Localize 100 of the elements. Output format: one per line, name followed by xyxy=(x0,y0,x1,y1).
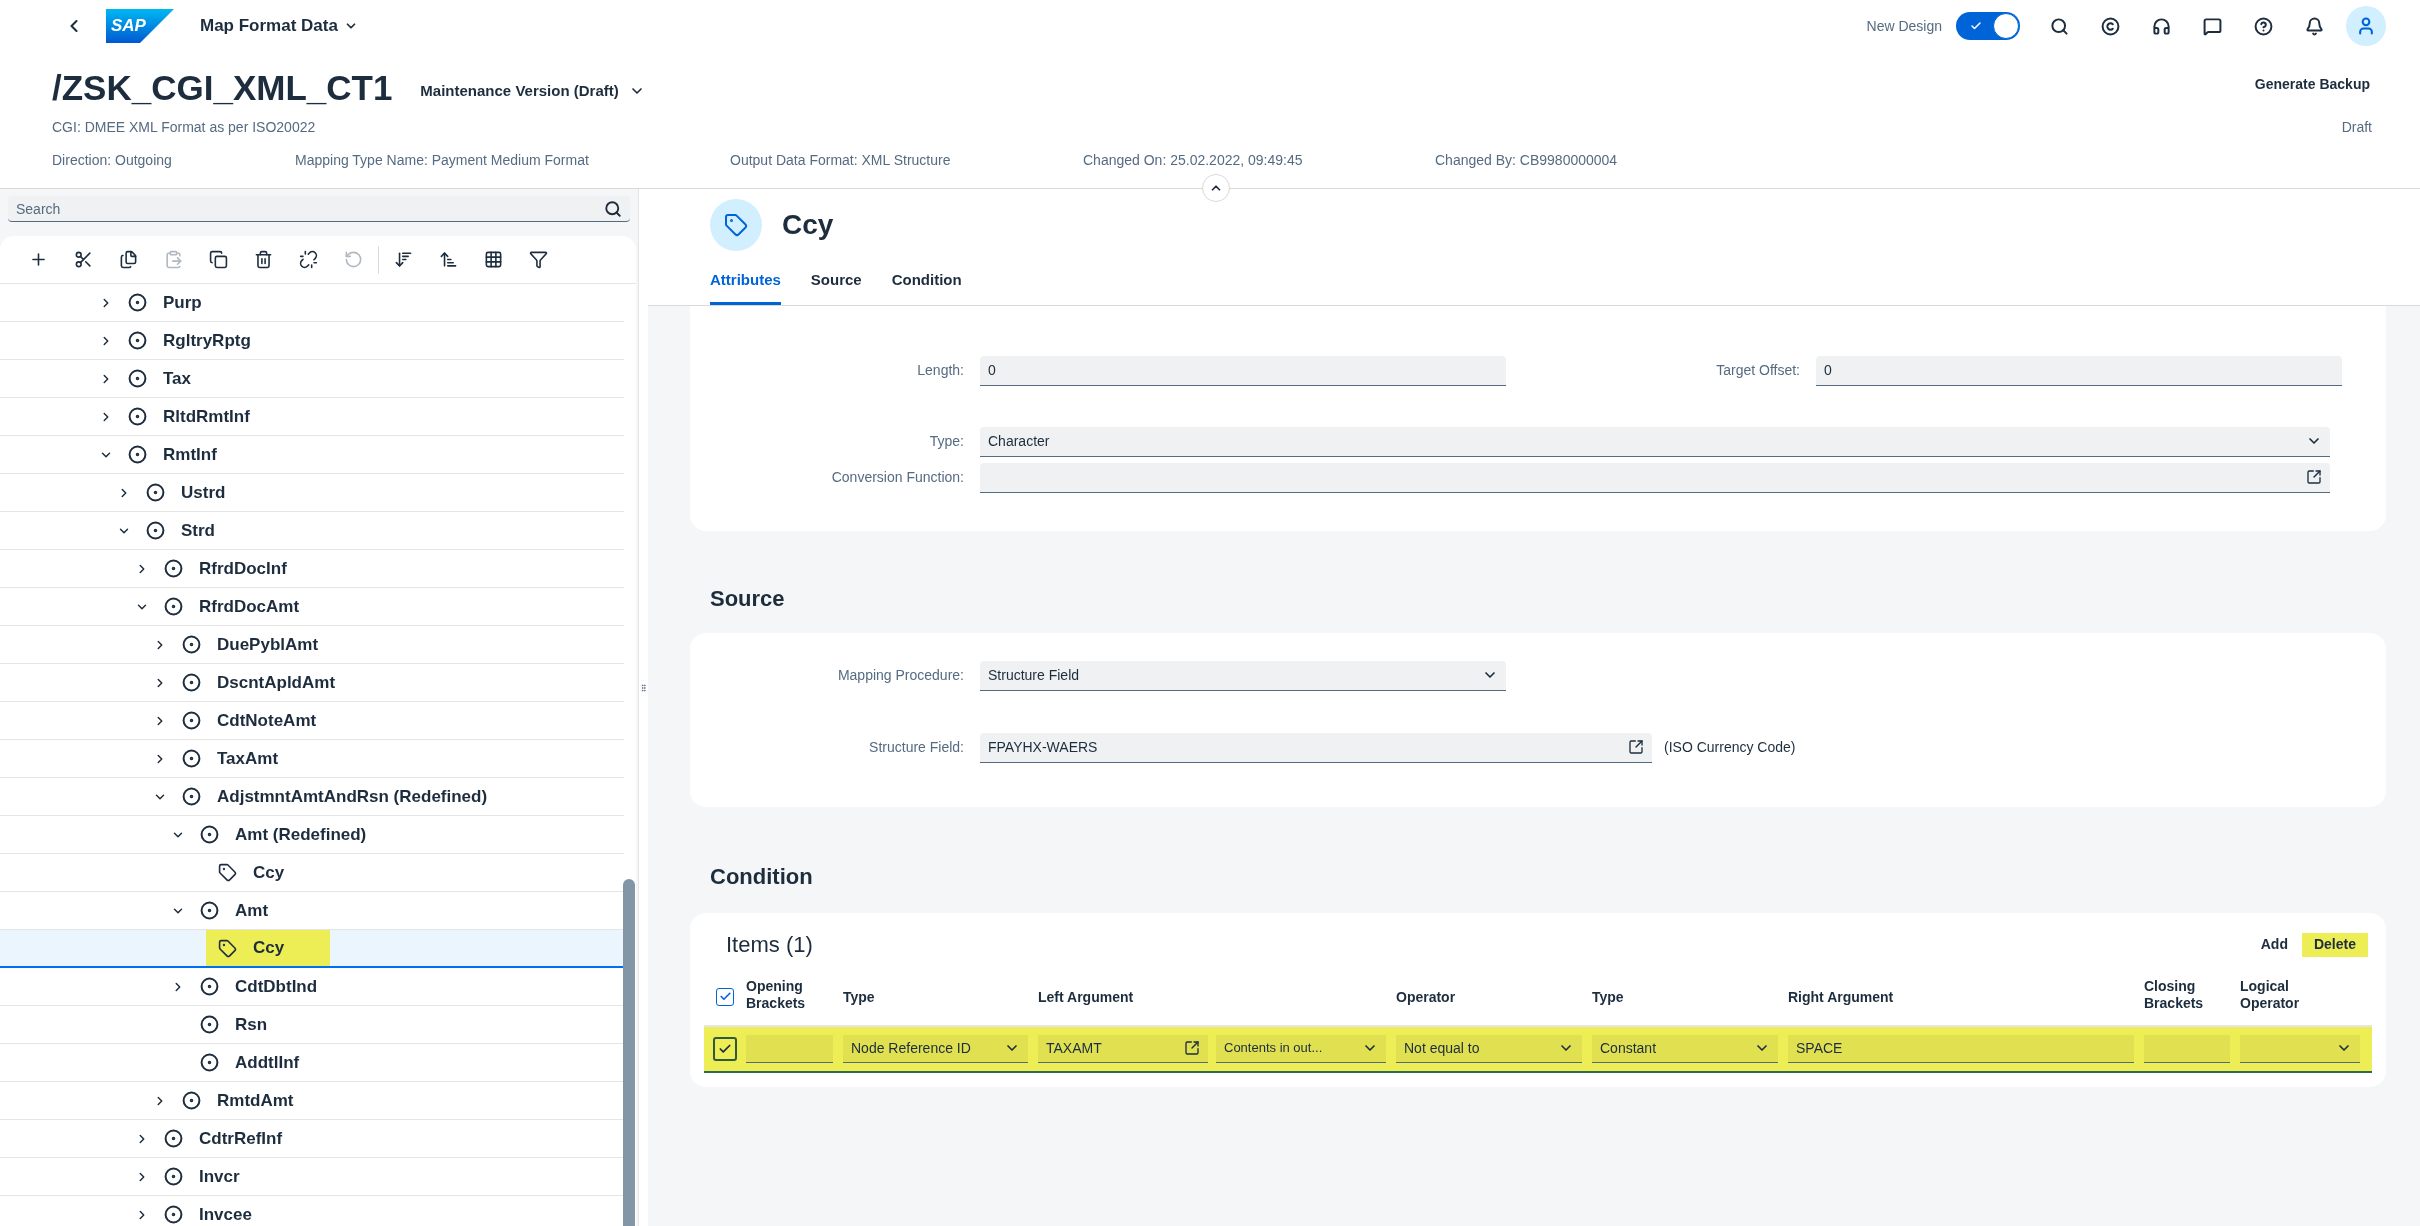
value-help-field[interactable]: FPAYHX-WAERS xyxy=(980,732,1652,763)
add-icon xyxy=(29,250,48,269)
notification-icon[interactable] xyxy=(2305,16,2324,36)
node-label: RfrdDocAmt xyxy=(199,595,300,618)
tag-icon xyxy=(218,938,237,958)
user-avatar[interactable] xyxy=(2346,6,2386,46)
node-label: DuePyblAmt xyxy=(217,633,319,656)
select-field[interactable]: Character xyxy=(980,426,2330,457)
duplicate-icon xyxy=(209,250,228,269)
element-node-icon xyxy=(164,1205,183,1224)
input-field[interactable] xyxy=(746,1034,833,1063)
column-header: Closing Brackets xyxy=(2144,978,2205,1012)
column-header: Opening Brackets xyxy=(746,978,807,1012)
search-icon[interactable] xyxy=(2050,16,2069,36)
undo-icon xyxy=(344,250,363,269)
node-label: RltdRmtInf xyxy=(163,405,250,428)
node-label: Ccy xyxy=(253,937,285,960)
element-node-icon xyxy=(200,1015,219,1034)
value-help-field[interactable]: TAXAMT xyxy=(1038,1034,1208,1063)
node-label: Strd xyxy=(181,519,215,542)
column-header: Left Argument xyxy=(1038,988,1134,1006)
node-label: RgltryRptg xyxy=(163,329,251,352)
node-label: Invcr xyxy=(199,1165,240,1188)
element-node-icon xyxy=(200,825,219,844)
field-label: Length: xyxy=(916,361,965,380)
element-node-icon xyxy=(200,1053,219,1072)
element-node-icon xyxy=(128,407,147,426)
header-attribute: Changed On: 25.02.2022, 09:49:45 xyxy=(1083,152,1303,168)
node-label: AddtlInf xyxy=(235,1051,300,1074)
element-node-icon xyxy=(182,635,201,654)
element-node-icon xyxy=(146,483,165,502)
value-help-field[interactable] xyxy=(980,462,2330,493)
field-label: Mapping Procedure: xyxy=(836,666,965,685)
tab[interactable]: Source xyxy=(810,269,862,305)
status-text: Draft xyxy=(2341,118,2372,137)
field-label: Target Offset: xyxy=(1715,361,1801,380)
headset-icon[interactable] xyxy=(2152,16,2171,36)
sort-descending-icon xyxy=(394,250,413,269)
element-node-icon xyxy=(128,331,147,350)
section-title: Source xyxy=(710,585,785,613)
input-field[interactable] xyxy=(2144,1034,2230,1063)
element-node-icon xyxy=(200,977,219,996)
logo[interactable]: SAP xyxy=(106,9,174,43)
select-field[interactable]: Node Reference ID xyxy=(843,1034,1028,1063)
table-title: Items (1) xyxy=(726,931,813,959)
element-node-icon xyxy=(164,597,183,616)
field-description: (ISO Currency Code) xyxy=(1664,738,1796,757)
unlink-icon xyxy=(299,250,318,269)
input-field[interactable]: 0 xyxy=(1816,355,2342,386)
select-field[interactable] xyxy=(2240,1034,2360,1063)
condition-row[interactable]: Node Reference ID TAXAMT Contents in out... Not equal to Constant SPACE xyxy=(704,1026,2372,1073)
element-node-icon xyxy=(146,521,165,540)
cut-icon xyxy=(74,250,93,269)
node-label: Ccy xyxy=(253,861,285,884)
select-field[interactable]: Constant xyxy=(1592,1034,1778,1063)
design-switch[interactable] xyxy=(1956,12,2020,40)
value-help-icon[interactable] xyxy=(1628,739,1644,755)
tag-icon xyxy=(218,863,237,882)
node-label: Tax xyxy=(163,367,192,390)
help-icon[interactable] xyxy=(2254,16,2273,36)
tab[interactable]: Condition xyxy=(891,269,962,305)
input-field[interactable]: 0 xyxy=(980,355,1506,386)
select-all-checkbox[interactable] xyxy=(716,987,734,1006)
select-field[interactable]: Contents in out... xyxy=(1216,1034,1386,1063)
node-label: CdtDbtInd xyxy=(235,975,318,998)
generate-backup-button[interactable]: Generate Backup xyxy=(2252,70,2372,99)
node-label: RmtInf xyxy=(163,443,217,466)
paste-icon xyxy=(164,250,183,269)
object-subtitle: CGI: DMEE XML Format as per ISO20022 xyxy=(52,117,317,137)
value-help-icon[interactable] xyxy=(1184,1040,1200,1056)
header-attribute: Mapping Type Name: Payment Medium Format xyxy=(295,152,589,168)
value-help-icon[interactable] xyxy=(2306,469,2322,485)
element-node-icon xyxy=(164,1167,183,1186)
table-action-button[interactable]: Add xyxy=(2252,932,2296,957)
user-icon xyxy=(2356,16,2376,36)
node-label: RmtdAmt xyxy=(217,1089,294,1112)
input-field[interactable]: SPACE xyxy=(1788,1034,2134,1063)
copy-icon xyxy=(119,250,138,269)
detail-title: Ccy xyxy=(782,208,834,242)
element-node-icon xyxy=(128,369,147,388)
column-header: Type xyxy=(843,988,875,1006)
node-label: CdtrRefInf xyxy=(199,1127,283,1150)
node-label: Invcee xyxy=(199,1203,252,1226)
search-icon[interactable] xyxy=(604,200,622,218)
version-selector[interactable]: Maintenance Version (Draft) xyxy=(420,80,645,103)
element-node-icon xyxy=(182,787,201,806)
element-node-icon xyxy=(182,749,201,768)
table-action-button[interactable]: Delete xyxy=(2301,932,2368,957)
node-label: Rsn xyxy=(235,1013,268,1036)
search-field[interactable]: Search xyxy=(8,196,630,222)
column-header: Right Argument xyxy=(1788,988,1894,1006)
header-attribute: Output Data Format: XML Structure xyxy=(730,152,951,168)
tree-row[interactable]: Ccy xyxy=(0,930,624,968)
chat-icon[interactable] xyxy=(2203,16,2222,36)
select-field[interactable]: Not equal to xyxy=(1396,1034,1582,1063)
node-label: Ustrd xyxy=(181,481,226,504)
element-node-icon xyxy=(128,445,147,464)
select-field[interactable]: Structure Field xyxy=(980,660,1506,691)
app-title-menu[interactable]: Map Format Data xyxy=(200,13,358,39)
row-checkbox[interactable] xyxy=(713,1036,737,1061)
